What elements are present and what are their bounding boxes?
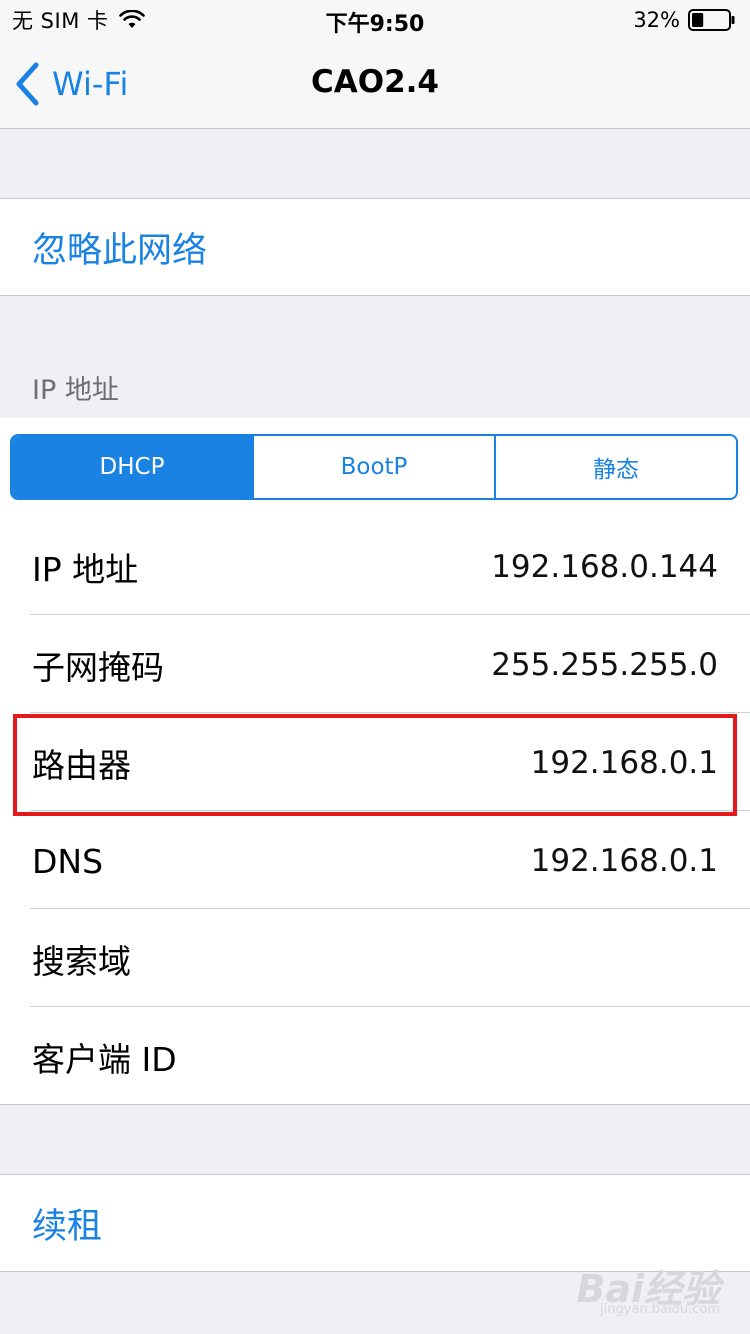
separator xyxy=(30,1006,750,1007)
nav-bar: Wi-Fi CAO2.4 xyxy=(0,40,750,129)
row-label: 客户端 ID xyxy=(32,1040,177,1079)
forget-group: 忽略此网络 xyxy=(0,198,750,296)
battery-percent: 32% xyxy=(633,8,680,32)
segment-static[interactable]: 静态 xyxy=(494,436,736,498)
status-right: 32% xyxy=(633,6,736,34)
forget-network-button[interactable]: 忽略此网络 xyxy=(0,199,750,295)
separator xyxy=(30,908,750,909)
ip-section-header: IP 地址 xyxy=(32,375,119,406)
separator xyxy=(30,712,750,713)
row-label: DNS xyxy=(32,841,104,881)
row-subnet-mask[interactable]: 子网掩码 255.255.255.0 xyxy=(0,616,750,714)
row-label: IP 地址 xyxy=(32,550,139,589)
renew-lease-button[interactable]: 续租 xyxy=(0,1175,750,1271)
row-dns[interactable]: DNS 192.168.0.1 xyxy=(0,812,750,910)
segment-dhcp[interactable]: DHCP xyxy=(12,436,252,498)
ip-mode-segmented-control: DHCP BootP 静态 xyxy=(10,434,738,500)
row-label: 子网掩码 xyxy=(32,648,164,687)
row-ip-address[interactable]: IP 地址 192.168.0.144 xyxy=(0,518,750,616)
row-value: 192.168.0.1 xyxy=(530,843,718,879)
status-bar: 无 SIM 卡 下午9:50 32% xyxy=(0,0,750,40)
separator xyxy=(30,614,750,615)
row-value: 192.168.0.144 xyxy=(491,549,718,585)
page-title: CAO2.4 xyxy=(310,64,439,100)
row-search-domains[interactable]: 搜索域 xyxy=(0,910,750,1008)
baidu-watermark-url: jingyan.baidu.com xyxy=(600,1302,720,1317)
battery-icon xyxy=(688,9,735,31)
row-value: 255.255.255.0 xyxy=(491,647,718,683)
router-highlight-box xyxy=(13,714,737,816)
row-label: 搜索域 xyxy=(32,942,131,981)
row-client-id[interactable]: 客户端 ID xyxy=(0,1008,750,1106)
segment-bootp[interactable]: BootP xyxy=(252,436,494,498)
